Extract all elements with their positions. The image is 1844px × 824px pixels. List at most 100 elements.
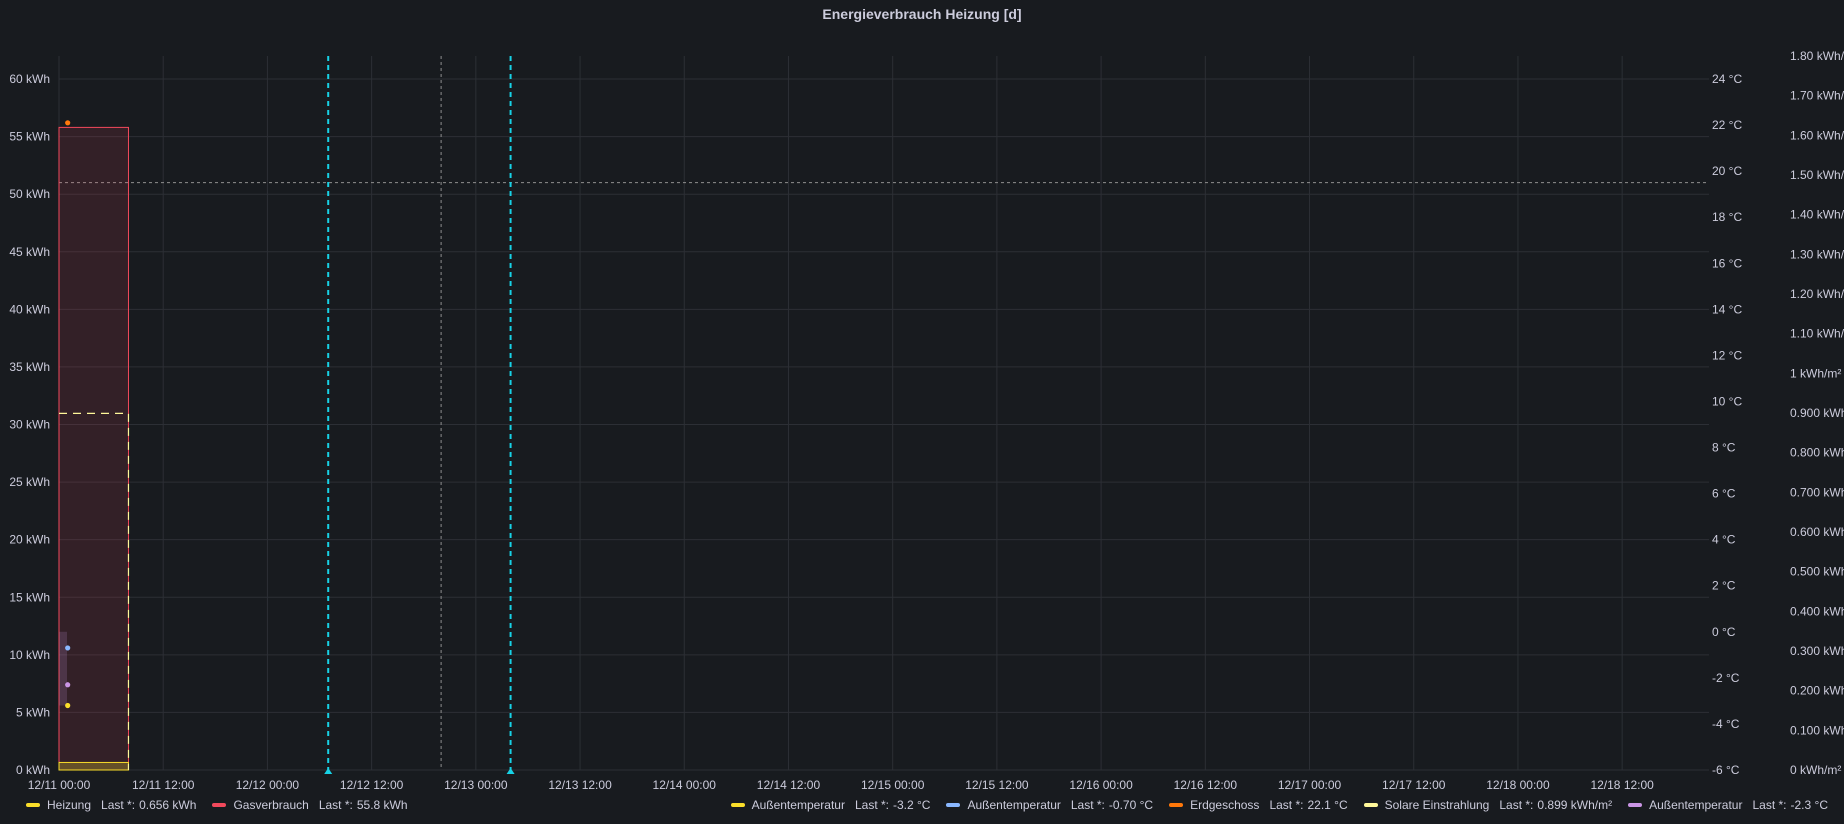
y-solar-tick-label: 0 kWh/m² [1790, 763, 1841, 777]
x-tick-label: 12/15 12:00 [965, 778, 1029, 790]
x-tick-label: 12/14 00:00 [653, 778, 717, 790]
legend-item[interactable]: Außentemperatur Last *: -2.3 °C [1628, 798, 1828, 812]
legend-series-name: Solare Einstrahlung [1384, 798, 1490, 812]
y-solar-tick-label: 1.70 kWh/m² [1790, 89, 1844, 103]
graph-panel: Energieverbrauch Heizung [d] 12/11 00:00… [0, 0, 1844, 824]
y-solar-tick-label: 0.200 kWh/m² [1790, 684, 1844, 698]
y-temp-tick-label: -2 °C [1712, 671, 1740, 685]
x-tick-label: 12/17 00:00 [1278, 778, 1342, 790]
x-tick-label: 12/18 00:00 [1486, 778, 1550, 790]
x-tick-label: 12/12 00:00 [236, 778, 300, 790]
temp-range-band [59, 631, 67, 706]
legend-series-name: Erdgeschoss [1190, 798, 1260, 812]
annotation-marker [324, 768, 333, 774]
annotation-marker [506, 768, 515, 774]
legend-swatch [1628, 803, 1643, 807]
legend-item[interactable]: Außentemperatur Last *: -0.70 °C [946, 798, 1153, 812]
legend-last-label: Last *: [101, 798, 136, 812]
y-left-tick-label: 15 kWh [9, 590, 50, 604]
y-temp-tick-label: 14 °C [1712, 302, 1742, 316]
y-temp-tick-label: 18 °C [1712, 210, 1742, 224]
y-temp-tick-label: 8 °C [1712, 441, 1736, 455]
legend-series-name: Gasverbrauch [233, 798, 309, 812]
legend-right: Außentemperatur Last *: -3.2 °C Außentemper… [730, 796, 1844, 814]
y-solar-tick-label: 0.300 kWh/m² [1790, 644, 1844, 658]
legend-item[interactable]: Solare Einstrahlung Last *: 0.899 kWh/m² [1363, 798, 1613, 812]
legend-last-label: Last *: [1752, 798, 1787, 812]
x-tick-label: 12/13 12:00 [548, 778, 612, 790]
legend-series-name: Außentemperatur [751, 798, 845, 812]
y-left-tick-label: 35 kWh [9, 360, 50, 374]
y-solar-tick-label: 1.60 kWh/m² [1790, 128, 1844, 142]
x-tick-label: 12/17 12:00 [1382, 778, 1446, 790]
y-temp-tick-label: 12 °C [1712, 348, 1742, 362]
legend-last-label: Last *: [854, 798, 889, 812]
y-temp-tick-label: 6 °C [1712, 487, 1736, 501]
y-solar-tick-label: 0.800 kWh/m² [1790, 446, 1844, 460]
legend-last-value: 0.899 kWh/m² [1537, 798, 1613, 812]
y-solar-tick-label: 1.50 kWh/m² [1790, 168, 1844, 182]
y-solar-tick-label: 1.30 kWh/m² [1790, 247, 1844, 261]
x-tick-label: 12/11 12:00 [132, 778, 195, 790]
x-tick-label: 12/16 00:00 [1069, 778, 1133, 790]
axes: 12/11 00:00 12/11 12:00 12/12 00:00 12/12 1… [9, 49, 1844, 790]
y-temp-tick-label: -4 °C [1712, 717, 1740, 731]
x-tick-label: 12/11 00:00 [28, 778, 91, 790]
grid [58, 56, 1709, 771]
y-solar-tick-label: 1.20 kWh/m² [1790, 287, 1844, 301]
y-left-tick-label: 25 kWh [9, 475, 50, 489]
legend-swatch [1363, 803, 1378, 807]
point-au-entemperatur-3 [65, 702, 71, 709]
y-solar-tick-label: 0.700 kWh/m² [1790, 485, 1844, 499]
legend-item[interactable]: Erdgeschoss Last *: 22.1 °C [1169, 798, 1348, 812]
legend-item[interactable]: Gasverbrauch Last *: 55.8 kWh [212, 798, 408, 812]
legend-left: Heizung Last *: 0.656 kWh Gasverbrauch Last … [26, 796, 424, 814]
y-temp-tick-label: 24 °C [1712, 72, 1742, 86]
legend-last-label: Last *: [318, 798, 353, 812]
y-solar-tick-label: 0.600 kWh/m² [1790, 525, 1844, 539]
y-left-tick-label: 10 kWh [9, 648, 50, 662]
legend-series-name: Außentemperatur [1649, 798, 1743, 812]
legend-last-value: -3.2 °C [893, 798, 931, 812]
y-temp-tick-label: 20 °C [1712, 164, 1742, 178]
legend-last-value: 0.656 kWh [139, 798, 197, 812]
legend-item[interactable]: Heizung Last *: 0.656 kWh [26, 798, 196, 812]
bar-gasverbrauch [58, 126, 129, 771]
y-left-tick-label: 45 kWh [9, 245, 50, 259]
y-solar-tick-label: 0.500 kWh/m² [1790, 565, 1844, 579]
y-left-tick-label: 0 kWh [16, 763, 50, 777]
y-temp-tick-label: 0 °C [1712, 625, 1736, 639]
y-solar-tick-label: 1.80 kWh/m² [1790, 49, 1844, 63]
x-tick-label: 12/14 12:00 [757, 778, 821, 790]
point-au-entemperatur-2 [65, 682, 71, 688]
chart-area[interactable]: 12/11 00:00 12/11 12:00 12/12 00:00 12/12 1… [0, 0, 1844, 790]
y-temp-tick-label: 10 °C [1712, 394, 1742, 408]
y-left-tick-label: 30 kWh [9, 418, 50, 432]
x-tick-label: 12/15 00:00 [861, 778, 925, 790]
point-au-entemperatur [65, 645, 71, 651]
y-left-tick-label: 50 kWh [9, 187, 50, 201]
legend-series-name: Außentemperatur [967, 798, 1061, 812]
legend-item[interactable]: Außentemperatur Last *: -3.2 °C [730, 798, 931, 812]
legend-last-value: 22.1 °C [1307, 798, 1348, 812]
legend-swatch [26, 803, 40, 807]
legend-swatch [946, 803, 961, 807]
y-temp-tick-label: 2 °C [1712, 579, 1736, 593]
x-tick-label: 12/18 12:00 [1590, 778, 1654, 790]
y-left-tick-label: 55 kWh [9, 130, 50, 144]
y-left-tick-label: 60 kWh [9, 72, 50, 86]
legend-last-label: Last *: [1070, 798, 1105, 812]
legend-series-name: Heizung [47, 798, 92, 812]
y-temp-tick-label: 4 °C [1712, 533, 1736, 547]
x-tick-label: 12/16 12:00 [1174, 778, 1238, 790]
chart-marks [58, 56, 1709, 774]
y-solar-tick-label: 1.10 kWh/m² [1790, 327, 1844, 341]
legend-last-value: 55.8 kWh [356, 798, 408, 812]
y-solar-tick-label: 0.100 kWh/m² [1790, 723, 1844, 737]
legend-last-value: -2.3 °C [1790, 798, 1828, 812]
legend-last-value: -0.70 °C [1108, 798, 1154, 812]
y-solar-tick-label: 0.400 kWh/m² [1790, 604, 1844, 618]
x-tick-label: 12/13 00:00 [444, 778, 508, 790]
legend-last-label: Last *: [1499, 798, 1534, 812]
y-temp-tick-label: -6 °C [1712, 763, 1740, 777]
